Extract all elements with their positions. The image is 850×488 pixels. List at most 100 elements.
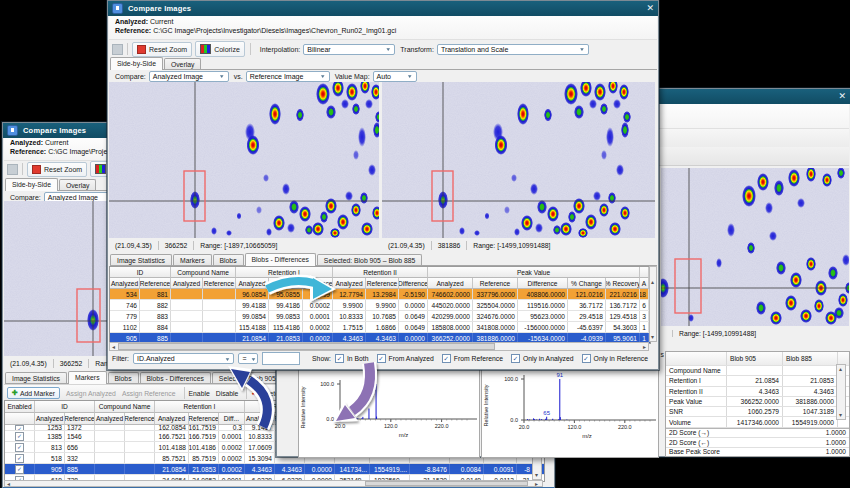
blob-table-row[interactable]: Retention I21.085421.0853 [666,376,849,386]
reset-zoom-icon [137,45,146,54]
filter-checkbox-in-both[interactable]: ✓In Both [335,354,369,363]
blob-table-scrollbar[interactable]: ▴▾ [836,364,846,420]
delete-icon: ✖ [251,389,257,397]
filter-checkbox-only-in-analyzed[interactable]: ✓Only in Analyzed [511,354,574,363]
value-map-combo[interactable]: Auto▼ [373,71,417,82]
v-scrollbar[interactable]: ▴▾ [649,266,657,342]
column-header[interactable]: Analyzed [236,278,269,289]
column-group-peak-value[interactable]: Peak Value [428,267,640,278]
window-title: Compare Images [23,126,86,135]
blob-table-row[interactable]: SNR1060.25791047.3189 [666,407,849,417]
column-group-enabled[interactable]: Enabled [5,401,35,413]
column-header[interactable]: Reference [125,413,155,425]
filter-checkbox-from-analyzed[interactable]: ✓From Analyzed [377,354,434,363]
column-header[interactable] [5,413,35,425]
svg-text:100.0: 100.0 [504,376,518,382]
chromatogram-image-right-window[interactable] [661,168,849,326]
save-icon[interactable] [112,44,123,55]
blobs-differences-table-body: 53488196.085495.08550.999912.779413.2984… [110,289,650,344]
column-header[interactable]: Reference [366,278,399,289]
column-header[interactable]: Reference [140,278,171,289]
table-row[interactable]: 53488196.085495.08550.999912.779413.2984… [110,289,650,300]
score-row: 2D Score (→)1.0000 [666,429,849,438]
h-scrollbar[interactable]: ◂▸ [4,480,543,487]
detail-tabs: Image Statistics Markers Blobs Blobs - D… [110,252,657,266]
column-header[interactable]: % Recovery [606,278,640,289]
svg-text:91: 91 [556,372,563,378]
svg-text:65: 65 [543,410,550,416]
compare-analyzed-combo[interactable]: Analyzed Image▼ [149,71,229,82]
column-header[interactable]: Difference [303,278,333,289]
compare-reference-combo[interactable]: Reference Image▼ [246,71,330,82]
column-group-retention-i[interactable]: Retention I [155,401,245,413]
reset-zoom-icon [32,165,41,174]
table-row[interactable]: 77988399.085499.08530.000110.833310.7685… [110,311,650,322]
column-header[interactable]: Reference [189,413,219,425]
column-group-id[interactable]: ID [35,401,95,413]
column-header[interactable]: Diff... [219,413,245,425]
blob-table-row[interactable]: Peak Value366252.0000381886.0000 [666,397,849,407]
titlebar[interactable]: Compare Images ✕ [108,1,658,16]
plus-icon: ✚ [12,389,18,397]
filter-checkbox-only-in-reference[interactable]: ✓Only in Reference [582,354,648,363]
blob-table-row[interactable]: Compound Name [666,366,849,376]
column-group-id[interactable]: ID [110,267,171,278]
column-header[interactable]: Analyzed [171,278,203,289]
column-group-compound-name[interactable]: Compound Name [95,401,155,413]
assign-reference-button[interactable]: Assign Reference [122,390,176,397]
reference-image[interactable] [382,82,655,238]
column-header[interactable]: Reference [269,278,303,289]
close-icon[interactable]: ✕ [646,4,654,13]
tab-blobs-differences[interactable]: Blobs - Differences [245,253,316,266]
column-header[interactable]: Analyzed [35,413,65,425]
column-header[interactable]: Difference [399,278,428,289]
column-header[interactable]: Analyzed [110,278,140,289]
svg-text:Relative Intensity: Relative Intensity [300,386,306,428]
table-row[interactable]: 1102884115.4188115.41860.00021.75151.686… [110,322,650,333]
analyzed-image[interactable] [109,82,379,238]
column-group-retention-i[interactable]: Retention I [236,267,333,278]
close-icon[interactable]: ✕ [838,92,846,101]
column-group-retention-ii[interactable]: Retention II [333,267,428,278]
column-header[interactable]: Analyzed [95,413,125,425]
table-row[interactable]: 74688299.418899.41860.00029.99009.99000.… [110,300,650,311]
blob-table-row[interactable]: Volume1417346.00001554919.0000 [666,417,849,427]
column-group-compound-name[interactable]: Compound Name [171,267,236,278]
blob-statistics-table: Blob 905 Blob 885 Compound NameRetention… [665,351,850,457]
reset-zoom-button[interactable]: Reset Zoom [27,162,87,177]
column-header[interactable]: Reference [203,278,236,289]
column-header[interactable]: Analyzed [333,278,366,289]
save-icon[interactable] [7,164,18,175]
tab-markers[interactable]: Markers [68,371,107,384]
column-header[interactable]: Analyzed [155,413,189,425]
enable-button[interactable]: Enable [189,390,210,397]
status-bar-reference: (21.09,4.35) 381886 Range: [-1499,109914… [382,238,655,252]
filter-op-combo[interactable]: =▼ [238,353,258,364]
tab-side-by-side[interactable]: Side-by-Side [5,178,58,191]
column-header[interactable]: A [640,278,649,289]
add-marker-button[interactable]: ✚Add Marker [7,387,60,399]
interpolation-combo[interactable]: Bilinear▼ [303,44,395,55]
column-header[interactable]: Reference [473,278,518,289]
app-icon [112,3,123,14]
col-blob-885: Blob 885 [783,352,838,365]
assign-analyzed-button[interactable]: Assign Analyzed [66,390,116,397]
svg-text:20.0: 20.0 [335,423,346,429]
column-header[interactable]: Analyzed [428,278,473,289]
tab-side-by-side[interactable]: Side-by-Side [110,57,163,70]
filter-checkbox-from-reference[interactable]: ✓From Reference [442,354,503,363]
column-header[interactable]: Difference [518,278,568,289]
blob-table-row[interactable]: Retention II4.34634.3463 [666,387,849,397]
column-group-rest[interactable] [640,267,649,278]
column-header[interactable]: % Change [568,278,606,289]
reset-zoom-button[interactable]: Reset Zoom [132,42,192,57]
transform-combo[interactable]: Translation and Scale▼ [437,44,589,55]
table-row[interactable]: ✓90588521.085421.08530.00024.34634.34630… [5,464,544,475]
filter-field-combo[interactable]: ID.Analyzed▼ [133,353,234,364]
disable-button[interactable]: Disable [216,390,239,397]
h-scrollbar[interactable]: ◂▸ [109,342,649,351]
colorize-button[interactable]: Colorize [195,41,245,57]
filter-value-input[interactable] [262,352,300,365]
column-header[interactable]: Reference [65,413,95,425]
column-header[interactable]: Analyzed [245,413,275,425]
